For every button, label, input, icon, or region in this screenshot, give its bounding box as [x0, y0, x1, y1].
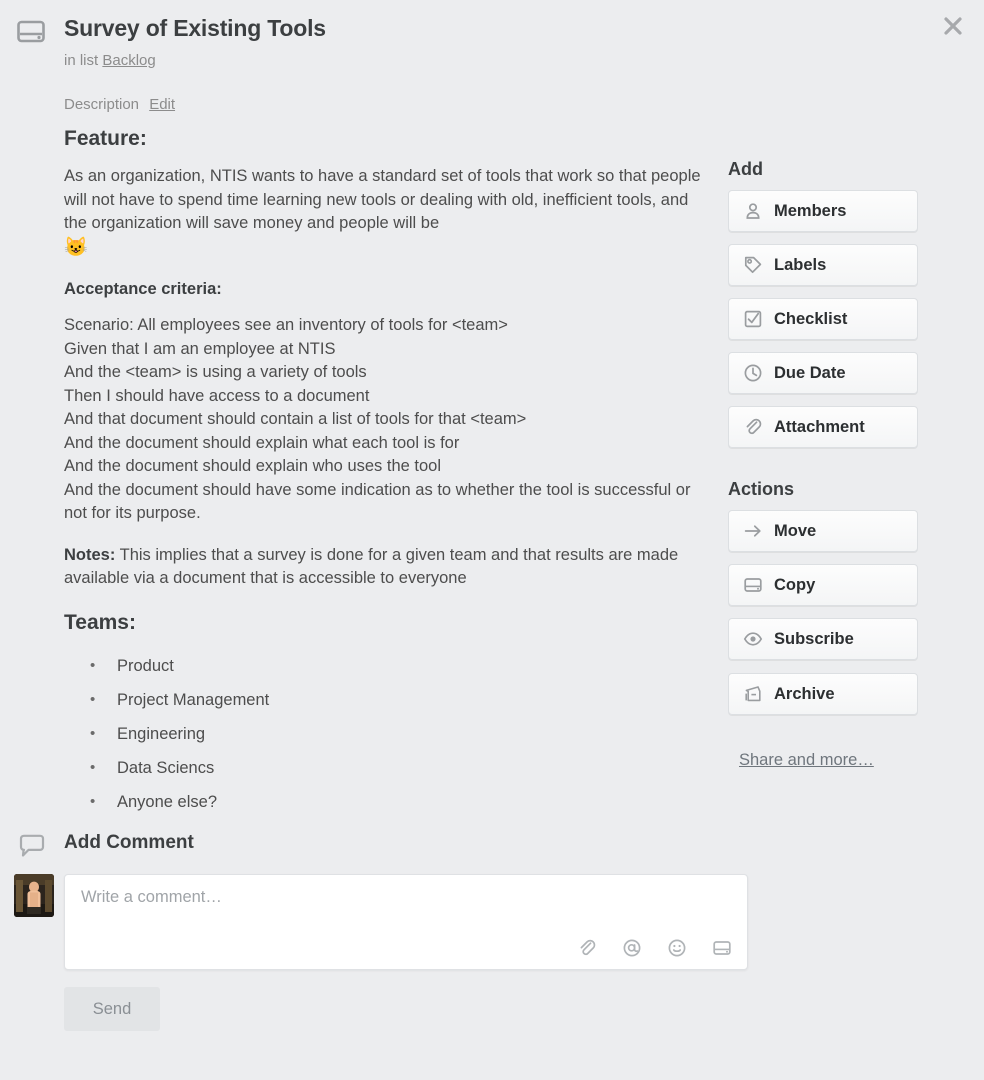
comment-box[interactable] — [64, 874, 748, 970]
emoji-icon[interactable] — [666, 937, 688, 959]
add-button-labels[interactable]: Labels — [728, 244, 918, 286]
add-button-members[interactable]: Members — [728, 190, 918, 232]
list-item: Product — [90, 649, 714, 683]
comment-box-wrap — [64, 874, 748, 970]
tag-icon — [743, 255, 763, 275]
action-button-group: Move Copy Subscribe Archive — [728, 510, 922, 715]
feature-heading: Feature: — [64, 127, 147, 150]
acceptance-criteria-line: Given that I am an employee at NTIS — [64, 339, 336, 358]
list-item: Anyone else? — [90, 785, 714, 819]
card-detail-modal: Survey of Existing Tools in list Backlog… — [0, 0, 984, 1080]
comment-input-row — [0, 874, 780, 970]
avatar[interactable] — [14, 874, 54, 917]
action-button-copy[interactable]: Copy — [728, 564, 918, 606]
acceptance-criteria-label: Acceptance criteria: — [64, 280, 222, 298]
mention-icon[interactable] — [621, 937, 643, 959]
notes-paragraph: Notes: This implies that a survey is don… — [64, 544, 714, 591]
acceptance-criteria-line: Scenario: All employees see an inventory… — [64, 316, 508, 334]
list-name-link[interactable]: Backlog — [102, 52, 155, 69]
archive-icon — [743, 684, 763, 704]
acceptance-criteria-line: And the document should explain what eac… — [64, 433, 460, 452]
description-label-row: Description Edit — [64, 96, 714, 113]
acceptance-criteria-line: And that document should contain a list … — [64, 410, 527, 428]
in-list-label: in list — [64, 52, 99, 69]
button-label: Checklist — [774, 310, 848, 328]
card-header: Survey of Existing Tools in list Backlog — [0, 0, 984, 70]
add-button-checklist[interactable]: Checklist — [728, 298, 918, 340]
card-icon — [743, 575, 763, 595]
action-button-subscribe[interactable]: Subscribe — [728, 618, 918, 660]
comment-toolbar — [576, 937, 733, 959]
acceptance-criteria-line: And the <team> is using a variety of too… — [64, 363, 367, 381]
comment-section-title: Add Comment — [64, 832, 194, 853]
teams-heading: Teams: — [64, 610, 136, 634]
comment-bubble-icon — [17, 834, 47, 860]
notes-text: This implies that a survey is done for a… — [64, 545, 679, 588]
paperclip-icon[interactable] — [576, 937, 598, 959]
actions-section-heading: Actions — [728, 479, 795, 499]
button-label: Subscribe — [774, 630, 854, 648]
card-list-breadcrumb: in list Backlog — [64, 52, 984, 70]
send-button[interactable]: Send — [64, 987, 160, 1031]
feature-paragraph: As an organization, NTIS wants to have a… — [64, 165, 714, 260]
action-button-move[interactable]: Move — [728, 510, 918, 552]
description-label: Description — [64, 96, 140, 113]
acceptance-criteria-line: And the document should have some indica… — [64, 480, 691, 523]
add-button-attachment[interactable]: Attachment — [728, 406, 918, 448]
add-section-heading: Add — [728, 159, 763, 179]
description-edit-link[interactable]: Edit — [149, 96, 175, 113]
action-button-archive[interactable]: Archive — [728, 673, 918, 715]
acceptance-criteria-line: And the document should explain who uses… — [64, 457, 442, 475]
sidebar: Add Members Labels Checklist Due Date Attach… — [714, 70, 922, 770]
list-item: Project Management — [90, 683, 714, 717]
paperclip-icon — [743, 417, 763, 437]
feature-paragraph-text: As an organization, NTIS wants to have a… — [64, 167, 701, 232]
checkbox-checked-icon — [743, 309, 763, 329]
button-label: Due Date — [774, 364, 846, 382]
button-label: Labels — [774, 256, 827, 274]
button-label: Attachment — [774, 418, 865, 436]
eye-icon — [743, 629, 763, 649]
acceptance-criteria-lines: Scenario: All employees see an inventory… — [64, 314, 714, 526]
notes-label: Notes: — [64, 545, 116, 564]
add-button-due-date[interactable]: Due Date — [728, 352, 918, 394]
button-label: Archive — [774, 685, 835, 703]
add-button-group: Members Labels Checklist Due Date Attachment — [728, 190, 922, 448]
cat-face-emoji: 😺 — [64, 236, 88, 258]
attach-card-icon[interactable] — [711, 937, 733, 959]
card-body: Description Edit Feature: As an organiza… — [0, 70, 984, 819]
page-title: Survey of Existing Tools — [64, 15, 326, 41]
teams-list: ProductProject ManagementEngineeringData… — [64, 649, 714, 819]
button-label: Copy — [774, 576, 816, 594]
person-icon — [743, 201, 763, 221]
button-label: Move — [774, 522, 817, 540]
comment-header: Add Comment — [0, 826, 780, 864]
description-column: Description Edit Feature: As an organiza… — [0, 70, 714, 819]
card-icon — [16, 17, 46, 47]
list-item: Data Sciencs — [90, 751, 714, 785]
clock-icon — [743, 363, 763, 383]
button-label: Members — [774, 202, 847, 220]
acceptance-criteria-line: Then I should have access to a document — [64, 386, 370, 405]
add-comment-section: Add Comment Write a comment… Send — [0, 826, 780, 1031]
arrow-right-icon — [743, 521, 763, 541]
share-and-more-link[interactable]: Share and more… — [739, 751, 874, 770]
list-item: Engineering — [90, 717, 714, 751]
